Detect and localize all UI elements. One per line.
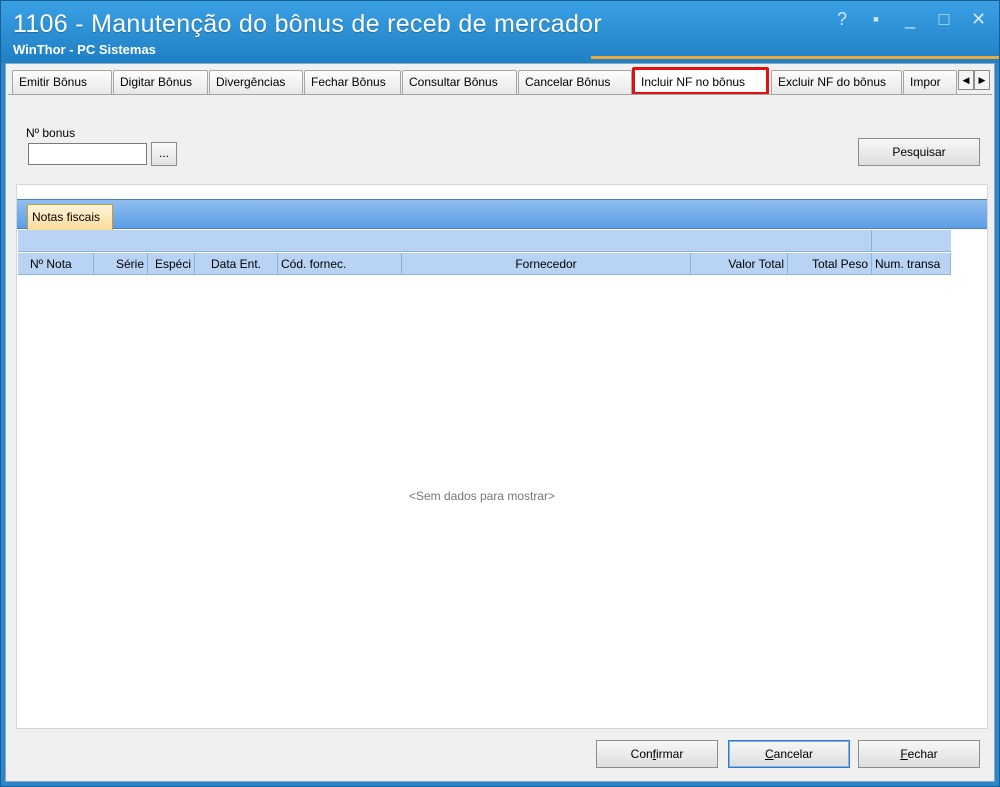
- search-panel: Nº bonus ... Pesquisar: [12, 122, 988, 178]
- column-header-especie[interactable]: Espéci: [148, 253, 195, 275]
- group-separator: [871, 230, 872, 252]
- column-header-total-peso[interactable]: Total Peso: [788, 253, 872, 275]
- invoice-grid-panel: Notas fiscais Nº Nota Série Espéci Data …: [16, 184, 988, 729]
- window-controls: ? ▪ _ □ ✕: [835, 9, 986, 30]
- tab-cancelar-bonus[interactable]: Cancelar Bônus: [518, 70, 632, 94]
- maximize-icon[interactable]: □: [937, 9, 951, 30]
- bonus-label: Nº bonus: [26, 126, 76, 140]
- minimize-icon[interactable]: _: [903, 9, 917, 30]
- tab-strip: Emitir Bônus Digitar Bônus Divergências …: [8, 66, 994, 95]
- title-bar[interactable]: 1106 - Manutenção do bônus de receb de m…: [1, 1, 999, 63]
- confirm-label-start: Con: [630, 747, 653, 761]
- tab-excluir-nf-do-bonus[interactable]: Excluir NF do bônus: [771, 70, 902, 94]
- tab-fechar-bonus[interactable]: Fechar Bônus: [304, 70, 401, 94]
- column-header-fornecedor[interactable]: Fornecedor: [402, 253, 691, 275]
- bonus-lookup-button[interactable]: ...: [151, 142, 177, 166]
- tab-baseline: [8, 94, 992, 95]
- chevron-left-icon[interactable]: ◀: [958, 70, 974, 90]
- tab-emitir-bonus[interactable]: Emitir Bônus: [12, 70, 112, 94]
- tab-digitar-bonus[interactable]: Digitar Bônus: [113, 70, 208, 94]
- window-title: 1106 - Manutenção do bônus de receb de m…: [13, 10, 603, 38]
- cancel-label-end: ancelar: [773, 747, 814, 761]
- chevron-right-icon[interactable]: ▶: [974, 70, 990, 90]
- tab-importar[interactable]: Impor: [903, 70, 957, 94]
- bonus-input[interactable]: [28, 143, 147, 165]
- application-window: 1106 - Manutenção do bônus de receb de m…: [0, 0, 1000, 787]
- close-icon[interactable]: ✕: [971, 9, 986, 30]
- grid-tab-bar: Notas fiscais: [17, 199, 987, 230]
- confirm-label-end: irmar: [656, 747, 684, 761]
- tab-incluir-nf-no-bonus[interactable]: Incluir NF no bônus: [632, 67, 769, 95]
- tab-consultar-bonus[interactable]: Consultar Bônus: [402, 70, 517, 94]
- grid-empty-message: <Sem dados para mostrar>: [408, 489, 556, 503]
- restore-icon[interactable]: ▪: [869, 9, 883, 30]
- confirm-button[interactable]: Confirmar: [596, 740, 718, 768]
- grid-column-header: Nº Nota Série Espéci Data Ent. Cód. forn…: [18, 253, 951, 275]
- tab-notas-fiscais[interactable]: Notas fiscais: [27, 204, 113, 230]
- grid-group-row: [18, 230, 951, 252]
- title-accent-line: [591, 56, 999, 59]
- tab-scroll-arrows: ◀ ▶: [958, 70, 990, 90]
- cancel-button[interactable]: Cancelar: [728, 740, 850, 768]
- column-header-valor-total[interactable]: Valor Total: [691, 253, 788, 275]
- tab-divergencias[interactable]: Divergências: [209, 70, 303, 94]
- close-button[interactable]: Fechar: [858, 740, 980, 768]
- window-subtitle: WinThor - PC Sistemas: [13, 42, 156, 57]
- close-label-end: echar: [907, 747, 938, 761]
- close-accel-key: F: [900, 747, 908, 761]
- column-header-nota[interactable]: Nº Nota: [18, 253, 94, 275]
- column-header-data-ent[interactable]: Data Ent.: [195, 253, 278, 275]
- client-area: Emitir Bônus Digitar Bônus Divergências …: [5, 63, 995, 782]
- help-icon[interactable]: ?: [835, 9, 849, 30]
- column-header-num-transa[interactable]: Num. transa: [872, 253, 951, 275]
- column-header-cod-fornec[interactable]: Cód. fornec.: [278, 253, 402, 275]
- cancel-accel-key: C: [764, 747, 774, 761]
- column-header-serie[interactable]: Série: [94, 253, 148, 275]
- search-button[interactable]: Pesquisar: [858, 138, 980, 166]
